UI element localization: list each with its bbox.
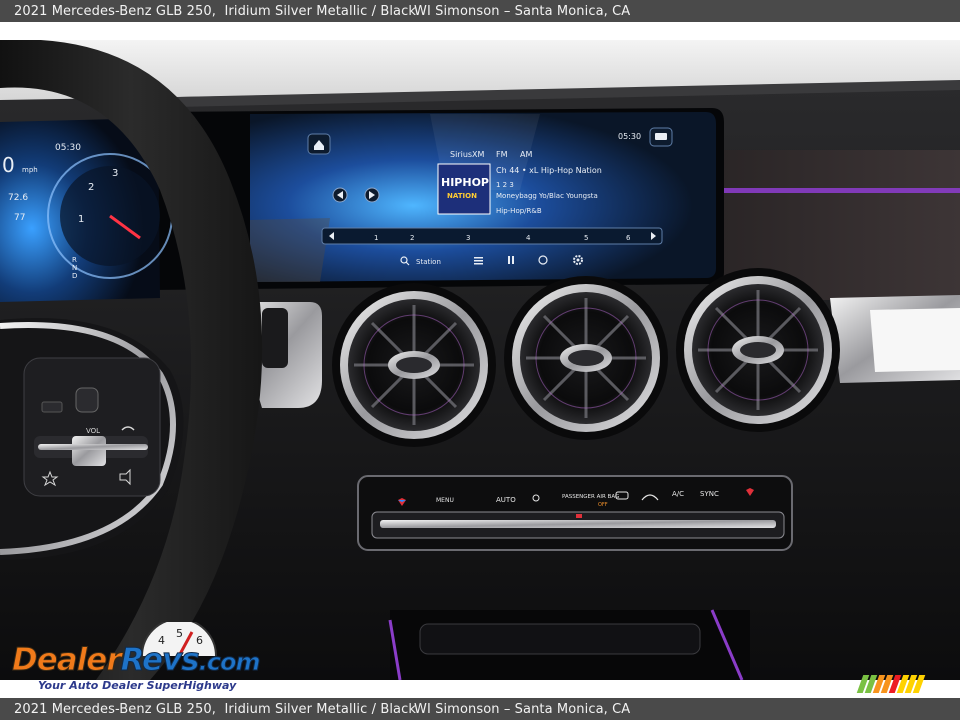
stripe-logo-icon bbox=[856, 675, 926, 693]
preset-6[interactable]: 6 bbox=[626, 234, 631, 242]
air-vent-left[interactable] bbox=[332, 283, 496, 447]
skip-forward-icon[interactable] bbox=[364, 187, 380, 203]
caption-dealer: WI Simonson – Santa Monica, CA bbox=[414, 3, 631, 19]
genre-label: Hip-Hop/R&B bbox=[496, 207, 542, 215]
passenger-airbag-label: PASSENGER AIR BAG bbox=[562, 494, 619, 500]
skip-back-icon[interactable] bbox=[332, 187, 348, 203]
preset-4[interactable]: 4 bbox=[526, 234, 531, 242]
sync-button[interactable]: SYNC bbox=[700, 490, 719, 498]
back-icon[interactable] bbox=[41, 401, 63, 413]
touchpad-icon[interactable] bbox=[75, 387, 99, 413]
preset-1[interactable]: 1 bbox=[374, 234, 378, 242]
cluster-clock: 05:30 bbox=[55, 143, 81, 153]
band-label[interactable]: FM bbox=[496, 150, 508, 159]
air-vent-right[interactable] bbox=[676, 268, 840, 432]
watermark-brand: DealerRevs.com bbox=[12, 642, 261, 679]
watermark-tagline: Your Auto Dealer SuperHighway bbox=[38, 679, 237, 692]
gauge-digit-5: 5 bbox=[176, 627, 183, 640]
cluster-dial-number-1: 1 bbox=[78, 214, 84, 225]
cluster-speed: 0 bbox=[2, 153, 15, 177]
cluster-readout-1: 72.6 bbox=[8, 193, 28, 203]
cluster-gear-n: N bbox=[72, 264, 77, 272]
dashboard-photo: 0 mph 05:30 72.6 77 2 1 3 R N D 05:30 Si… bbox=[0, 40, 960, 680]
station-button[interactable]: Station bbox=[416, 258, 441, 266]
climate-auto-button[interactable]: AUTO bbox=[496, 496, 516, 504]
band-alt-label[interactable]: AM bbox=[520, 150, 532, 159]
preset-5[interactable]: 5 bbox=[584, 234, 588, 242]
logo-line-2: NATION bbox=[447, 192, 477, 200]
air-vent-center[interactable] bbox=[504, 276, 668, 440]
cluster-speed-unit: mph bbox=[22, 166, 38, 174]
station-logo: HIPHOP NATION bbox=[437, 163, 491, 215]
cluster-dial-number-2: 2 bbox=[88, 182, 94, 193]
logo-line-1: HIPHOP bbox=[441, 176, 489, 189]
preset-2[interactable]: 2 bbox=[410, 234, 414, 242]
cluster-dial-number-3: 3 bbox=[112, 168, 118, 179]
channel-label: Ch 44 • xL Hip-Hop Nation bbox=[496, 166, 602, 175]
brand-part-com: .com bbox=[198, 648, 261, 677]
airbag-off-label: OFF bbox=[598, 502, 608, 508]
caption-bar-top: 2021 Mercedes-Benz GLB 250, Iridium Silv… bbox=[0, 0, 960, 22]
cluster-readout-2: 77 bbox=[14, 213, 25, 223]
ac-button[interactable]: A/C bbox=[672, 490, 684, 498]
cluster-gear-r: R bbox=[72, 256, 77, 264]
dashboard-scene: 0 mph 05:30 72.6 77 2 1 3 R N D 05:30 Si… bbox=[0, 40, 960, 680]
climate-panel: MENU AUTO PASSENGER AIR BAG OFF A/C SYNC bbox=[357, 475, 793, 551]
caption-vehicle-bottom: 2021 Mercedes-Benz GLB 250, Iridium Silv… bbox=[14, 701, 416, 717]
home-icon[interactable] bbox=[307, 133, 331, 155]
list-icon[interactable] bbox=[474, 257, 483, 265]
screen-clock: 05:30 bbox=[618, 132, 641, 141]
artist-track: Moneybagg Yo/Blac Youngsta bbox=[496, 192, 598, 200]
climate-menu-button[interactable]: MENU bbox=[436, 497, 454, 504]
caption-vehicle: 2021 Mercedes-Benz GLB 250, Iridium Silv… bbox=[14, 3, 416, 19]
brand-part-revs: Revs bbox=[120, 642, 200, 679]
dealerrevs-watermark: 4 5 6 DealerRevs.com Your Auto Dealer Su… bbox=[12, 622, 272, 694]
source-label: SiriusXM bbox=[450, 150, 485, 159]
preset-row: 1 2 3 bbox=[496, 181, 514, 189]
cluster-gear-d: D bbox=[72, 272, 77, 280]
brand-part-dealer: Dealer bbox=[12, 642, 123, 679]
caption-bar-bottom: 2021 Mercedes-Benz GLB 250, Iridium Silv… bbox=[0, 698, 960, 720]
caption-dealer-bottom: WI Simonson – Santa Monica, CA bbox=[414, 701, 631, 717]
vol-label: VOL bbox=[86, 427, 100, 435]
chat-icon[interactable] bbox=[649, 127, 673, 147]
preset-3[interactable]: 3 bbox=[466, 234, 470, 242]
